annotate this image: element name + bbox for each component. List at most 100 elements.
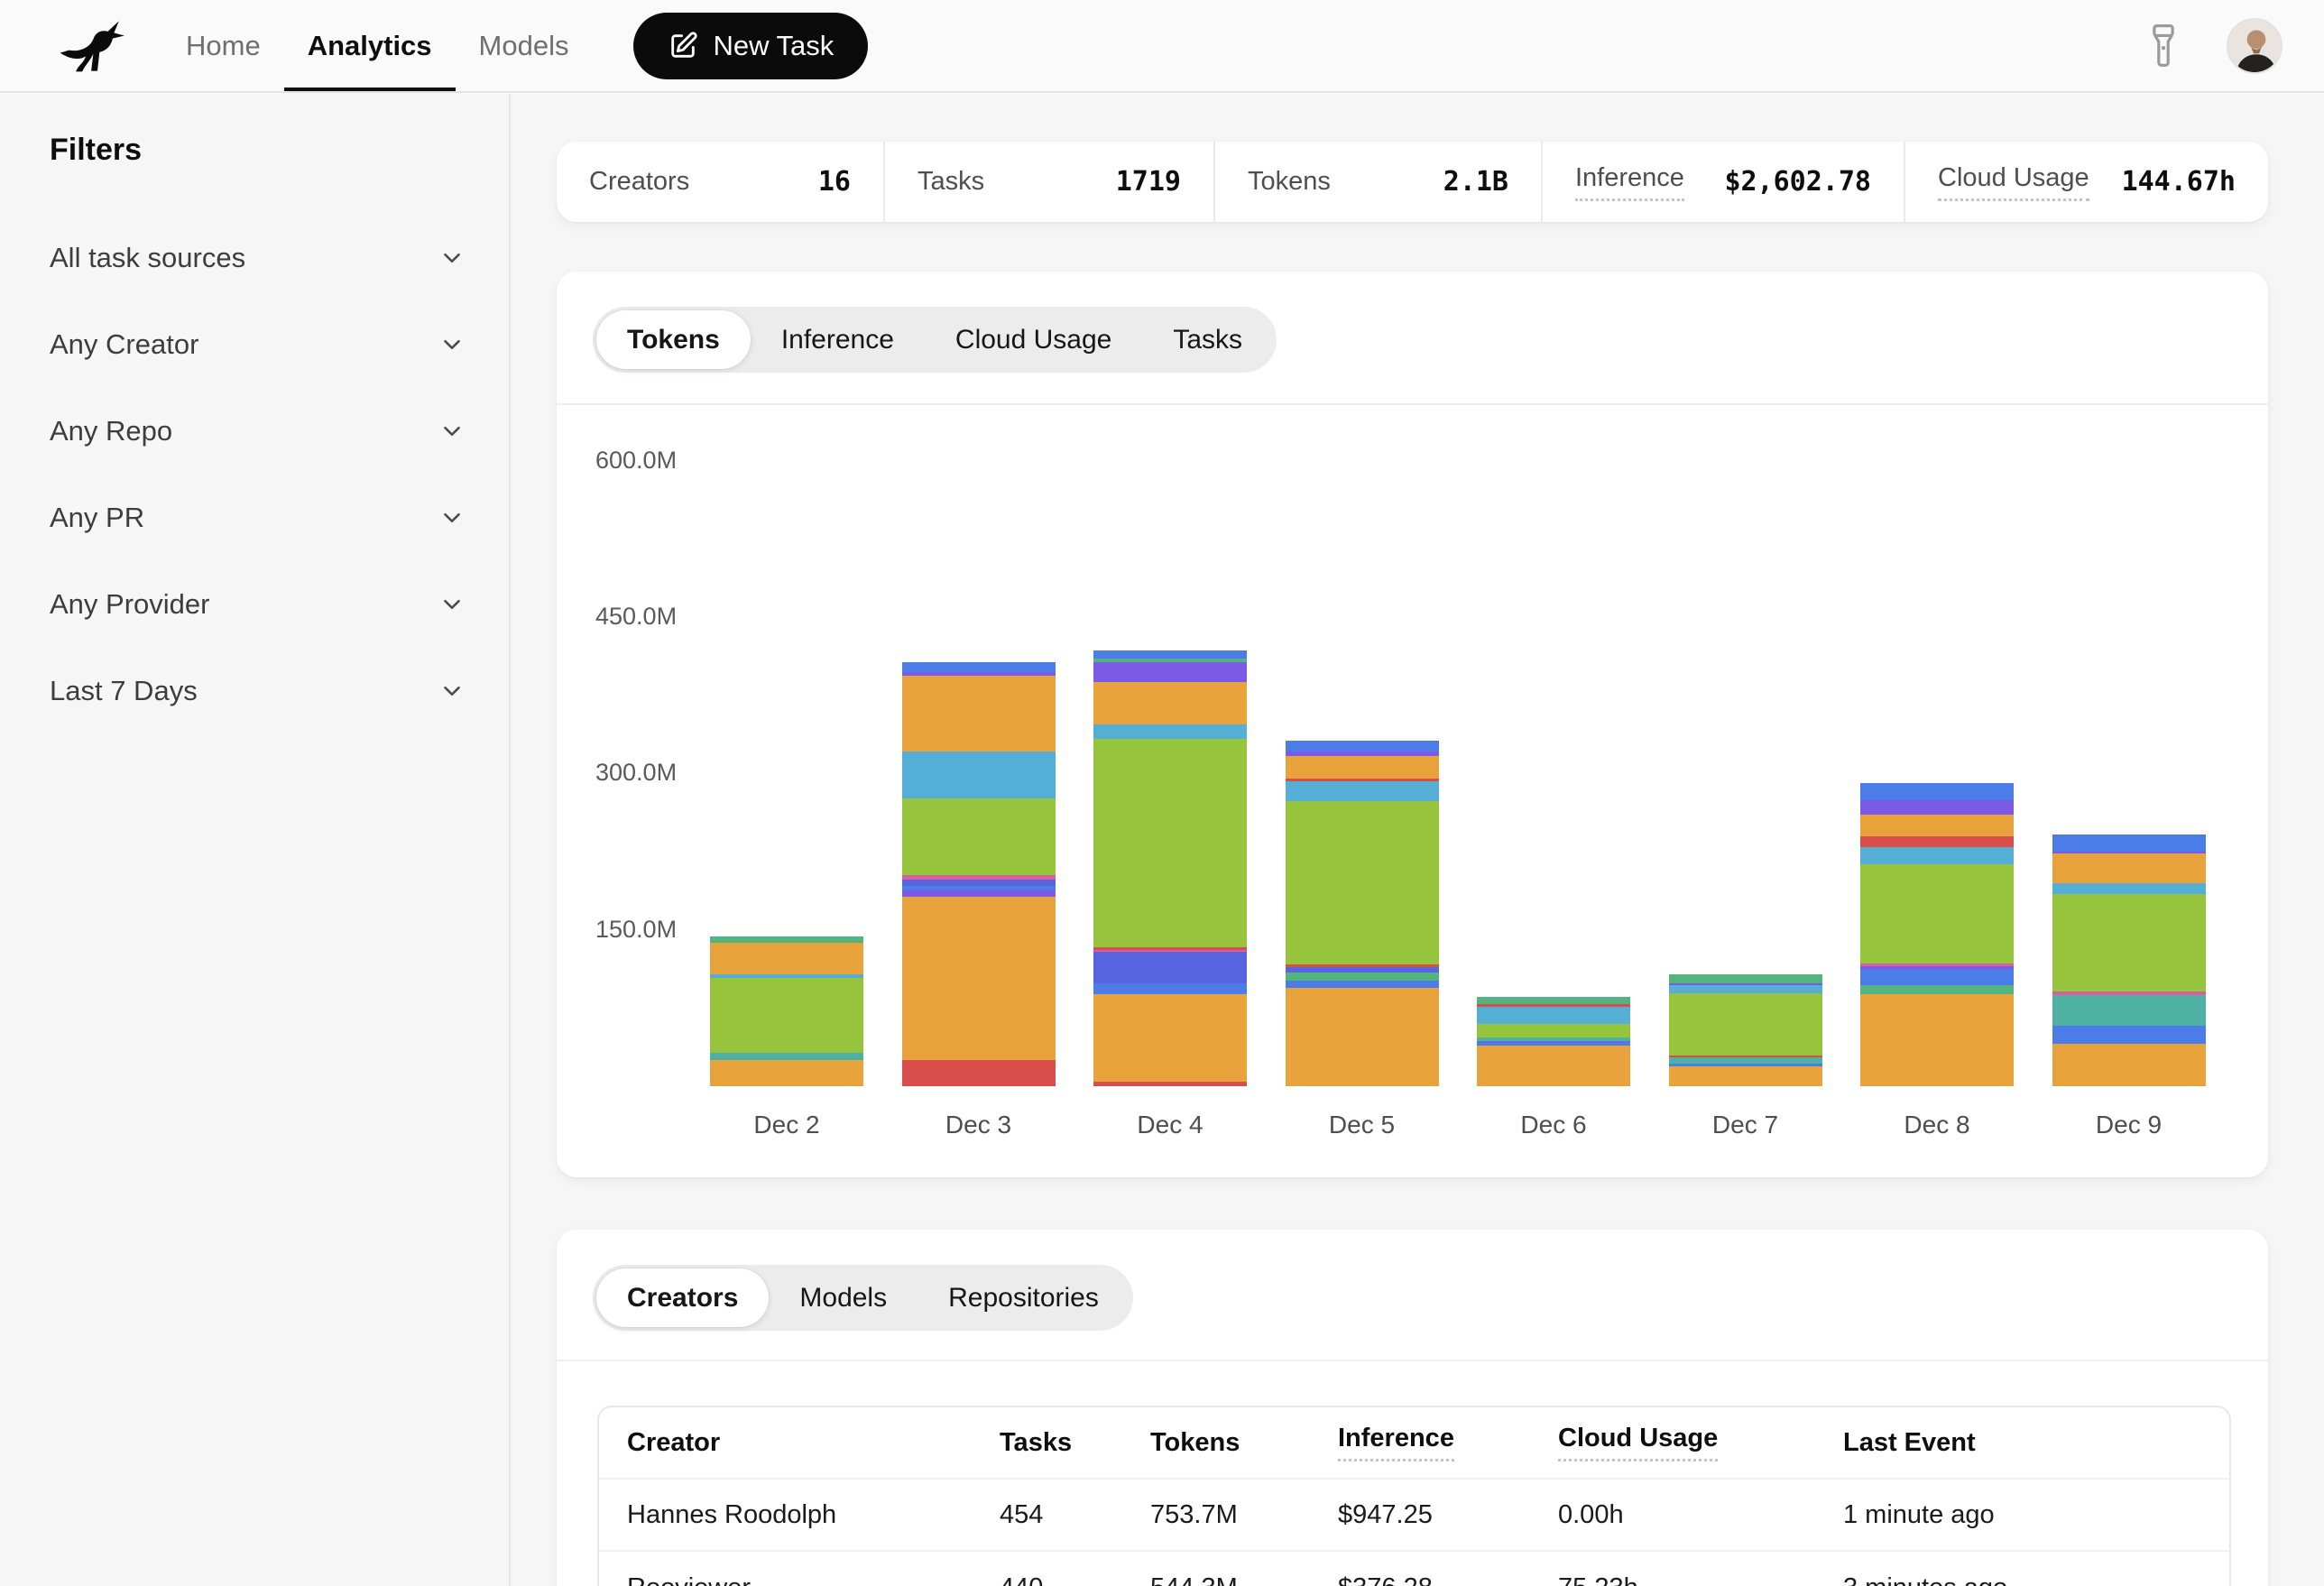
bar-segment-orange (1093, 682, 1247, 724)
new-task-button[interactable]: New Task (633, 13, 868, 79)
sidebar-filter-all-task-sources[interactable]: All task sources (50, 215, 466, 301)
bar-dec-9[interactable] (2052, 834, 2206, 1086)
stat-value-inference: $2,602.78 (1724, 166, 1871, 198)
column-header-inference[interactable]: Inference (1338, 1424, 1558, 1462)
bar-segment-seagreen (1860, 985, 2014, 994)
usage-chart-card: TokensInferenceCloud UsageTasks 600.0M45… (557, 272, 2268, 1177)
table-header-row: Creator Tasks TokensInferenceCloud UsageLa… (599, 1407, 2229, 1480)
chart-tab-cloud-usage[interactable]: Cloud Usage (925, 310, 1142, 369)
cell-inference: $947.25 (1338, 1500, 1558, 1530)
bar-segment-skyblue (1860, 847, 2014, 864)
stat-value-tasks: 1719 (1116, 166, 1181, 198)
column-header-cloud-usage[interactable]: Cloud Usage (1558, 1424, 1843, 1462)
breakdown-entity-tabs: CreatorsModelsRepositories (593, 1265, 1133, 1331)
sidebar-filter-any-pr[interactable]: Any PR (50, 475, 466, 561)
table-tab-models[interactable]: Models (769, 1268, 918, 1327)
sidebar-filter-any-creator[interactable]: Any Creator (50, 301, 466, 388)
stat-label-tasks: Tasks (918, 167, 984, 197)
nav-item-home[interactable]: Home (186, 0, 261, 91)
chevron-down-icon (438, 418, 466, 445)
bar-segment-seagreen (1286, 973, 1439, 981)
stat-cloud-usage: Cloud Usage144.67h (1905, 142, 2268, 222)
filter-label: Any Repo (50, 415, 172, 447)
bar-segment-orange (2052, 1044, 2206, 1086)
table-tab-creators[interactable]: Creators (596, 1268, 769, 1327)
bar-segment-skyblue (1669, 985, 1822, 993)
bar-dec-6[interactable] (1477, 997, 1630, 1086)
bar-segment-orange (1860, 815, 2014, 836)
x-axis-label: Dec 8 (1860, 1111, 2014, 1139)
bar-segment-orange (2052, 853, 2206, 882)
kangaroo-logo[interactable] (56, 18, 139, 74)
x-axis-label: Dec 3 (902, 1111, 1056, 1139)
bar-dec-5[interactable] (1286, 741, 1439, 1086)
chevron-down-icon (438, 504, 466, 531)
filter-label: Any Creator (50, 328, 198, 361)
column-header-tokens: Tokens (1150, 1428, 1338, 1458)
chevron-down-icon (438, 678, 466, 705)
bar-segment-orange (1093, 994, 1247, 1082)
bar-segment-purple (902, 890, 1056, 897)
column-header-creator: Creator (627, 1428, 1000, 1458)
sidebar-filter-any-provider[interactable]: Any Provider (50, 561, 466, 648)
bar-segment-purple (1093, 662, 1247, 682)
chart-tab-tokens[interactable]: Tokens (596, 310, 751, 369)
sidebar-filter-any-repo[interactable]: Any Repo (50, 388, 466, 475)
bar-segment-indigo (902, 880, 1056, 887)
bar-segment-skyblue (1093, 724, 1247, 739)
bar-segment-orange (1286, 988, 1439, 1086)
bar-segment-teal (710, 1053, 863, 1060)
stat-label-cloud-usage[interactable]: Cloud Usage (1938, 163, 2089, 201)
nav-item-models[interactable]: Models (479, 0, 569, 91)
table-row-rooviewer[interactable]: Rooviewer440544.3M$376.2875.23h3 minutes… (599, 1552, 2229, 1586)
x-axis-label: Dec 5 (1286, 1111, 1439, 1139)
filter-label: Any Provider (50, 588, 209, 621)
stat-tasks: Tasks 1719 (885, 142, 1215, 222)
table-tab-repositories[interactable]: Repositories (918, 1268, 1130, 1327)
cell-tokens: 753.7M (1150, 1500, 1338, 1530)
stat-inference: Inference $2,602.78 (1543, 142, 1905, 222)
bar-segment-green (710, 978, 863, 1053)
bar-dec-7[interactable] (1669, 974, 1822, 1086)
x-axis-label: Dec 6 (1477, 1111, 1630, 1139)
bar-segment-royal (902, 662, 1056, 671)
chart-tab-inference[interactable]: Inference (751, 310, 925, 369)
cell-inference: $376.28 (1338, 1573, 1558, 1586)
chart-tab-tasks[interactable]: Tasks (1142, 310, 1273, 369)
column-header-label: Last Event (1843, 1428, 1976, 1457)
y-axis-tick: 600.0M (595, 447, 677, 475)
bar-segment-skyblue (2052, 883, 2206, 894)
column-header-label: Tasks (1000, 1428, 1072, 1457)
nav-right (2147, 18, 2282, 74)
avatar-photo (2228, 20, 2282, 74)
bar-segment-orange (1669, 1066, 1822, 1086)
stat-label-inference[interactable]: Inference (1575, 163, 1684, 201)
bar-segment-orange (1477, 1046, 1630, 1086)
bar-dec-4[interactable] (1093, 650, 1247, 1086)
stacked-bar-chart: 600.0M450.0M300.0M150.0MDec 2Dec 3Dec 4D… (557, 405, 2268, 1177)
bar-segment-orange (902, 897, 1056, 1060)
bar-dec-3[interactable] (902, 662, 1056, 1086)
bar-segment-green (1669, 993, 1822, 1056)
bar-dec-8[interactable] (1860, 783, 2014, 1086)
bar-segment-red (902, 1060, 1056, 1086)
kangaroo-logo-icon (56, 18, 139, 74)
bar-segment-green (1477, 1024, 1630, 1037)
sidebar-filter-last-7-days[interactable]: Last 7 Days (50, 648, 466, 734)
stat-creators: Creators16 (557, 142, 885, 222)
bar-segment-red (1860, 836, 2014, 847)
bar-dec-2[interactable] (710, 936, 863, 1086)
top-navbar: Home Analytics Models New Task (0, 0, 2324, 93)
table-row-hannes-roodolph[interactable]: Hannes Roodolph454753.7M$947.250.00h1 mi… (599, 1480, 2229, 1552)
bar-segment-skyblue (902, 752, 1056, 798)
nav-item-analytics[interactable]: Analytics (308, 0, 432, 91)
bar-segment-purple (1860, 800, 2014, 815)
x-axis-label: Dec 9 (2052, 1111, 2206, 1139)
column-header-label: Creator (627, 1428, 720, 1457)
flashlight-icon[interactable] (2147, 23, 2180, 69)
user-avatar[interactable] (2227, 18, 2282, 74)
bar-segment-orange (902, 676, 1056, 752)
bar-segment-skyblue (1286, 781, 1439, 802)
bar-segment-seagreen (710, 936, 863, 943)
bar-segment-royal (1093, 983, 1247, 994)
